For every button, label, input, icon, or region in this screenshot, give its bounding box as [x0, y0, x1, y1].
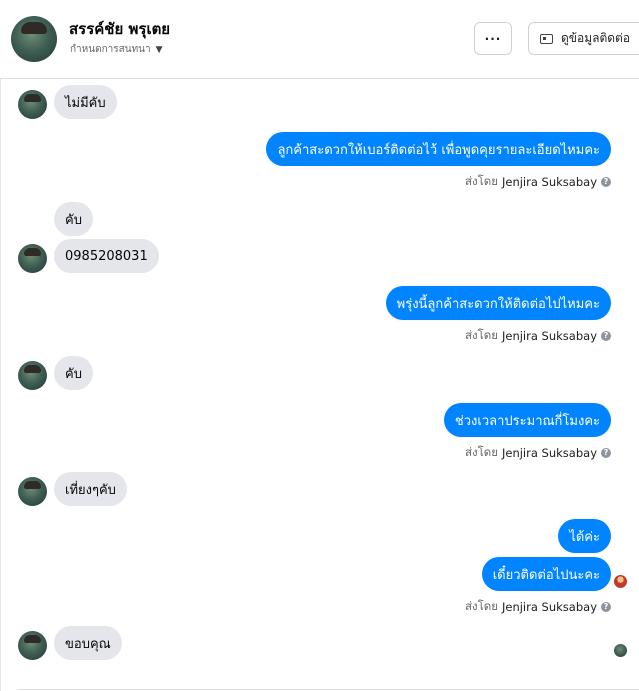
- sent-by-prefix: ส่งโดย: [464, 445, 498, 459]
- view-contact-button[interactable]: ดูข้อมูลติดต่อ: [528, 22, 639, 55]
- help-icon[interactable]: ?: [601, 177, 611, 187]
- sent-by-prefix: ส่งโดย: [464, 328, 498, 342]
- sent-by-line: ส่งโดย Jenjira Suksabay ?: [465, 173, 611, 191]
- sent-by-prefix: ส่งโดย: [464, 599, 498, 613]
- conversation-assign-label: กำหนดการสนทนา: [70, 44, 151, 55]
- read-receipt-avatar: [614, 644, 627, 657]
- sent-by-agent[interactable]: Jenjira Suksabay: [502, 329, 597, 343]
- incoming-message[interactable]: ขอบคุณ: [54, 626, 122, 660]
- incoming-message[interactable]: ไม่มีคับ: [54, 85, 117, 119]
- outgoing-message[interactable]: พรุ่งนี้ลูกค้าสะดวกให้ติดต่อไปไหมคะ: [385, 286, 611, 320]
- sender-avatar[interactable]: [18, 90, 47, 119]
- sender-avatar[interactable]: [18, 361, 47, 390]
- help-icon[interactable]: ?: [601, 331, 611, 341]
- contact-name[interactable]: สรรค์ชัย พรุเตย: [69, 17, 170, 41]
- help-icon[interactable]: ?: [601, 448, 611, 458]
- more-options-button[interactable]: ···: [474, 22, 512, 55]
- more-icon: ···: [484, 31, 502, 46]
- divider: [0, 79, 1, 691]
- sent-by-prefix: ส่งโดย: [464, 174, 498, 188]
- incoming-message[interactable]: คับ: [54, 202, 93, 236]
- sent-by-agent[interactable]: Jenjira Suksabay: [502, 175, 597, 189]
- incoming-message[interactable]: คับ: [54, 356, 93, 390]
- outgoing-message[interactable]: ได้ค่ะ: [558, 519, 611, 553]
- view-contact-label: ดูข้อมูลติดต่อ: [561, 31, 631, 45]
- composer-divider: [18, 689, 639, 690]
- sender-avatar[interactable]: [18, 631, 47, 660]
- conversation-assign-dropdown[interactable]: กำหนดการสนทนา ▼: [70, 42, 163, 57]
- sent-by-line: ส่งโดย Jenjira Suksabay ?: [465, 327, 611, 345]
- help-icon[interactable]: ?: [601, 602, 611, 612]
- sent-by-agent[interactable]: Jenjira Suksabay: [502, 600, 597, 614]
- sent-by-line: ส่งโดย Jenjira Suksabay ?: [465, 444, 611, 462]
- outgoing-message[interactable]: ลูกค้าสะดวกให้เบอร์ติดต่อไว้ เพื่อพูดคุย…: [266, 132, 611, 166]
- sent-by-line: ส่งโดย Jenjira Suksabay ?: [465, 598, 611, 616]
- incoming-message[interactable]: เที่ยงๆคับ: [54, 472, 127, 506]
- conversation-header: สรรค์ชัย พรุเตย กำหนดการสนทนา ▼ ··· ดูข้อ…: [0, 0, 639, 79]
- caret-down-icon: ▼: [155, 45, 163, 55]
- sender-avatar[interactable]: [18, 244, 47, 273]
- contact-card-icon: [540, 33, 553, 44]
- incoming-message[interactable]: 0985208031: [54, 239, 159, 273]
- sent-by-agent[interactable]: Jenjira Suksabay: [502, 446, 597, 460]
- outgoing-message[interactable]: เดี๋ยวติดต่อไปนะคะ: [481, 557, 611, 591]
- read-receipt-avatar: [614, 575, 627, 588]
- sender-avatar[interactable]: [18, 477, 47, 506]
- outgoing-message[interactable]: ช่วงเวลาประมาณกี่โมงคะ: [443, 403, 611, 437]
- contact-avatar[interactable]: [11, 16, 57, 62]
